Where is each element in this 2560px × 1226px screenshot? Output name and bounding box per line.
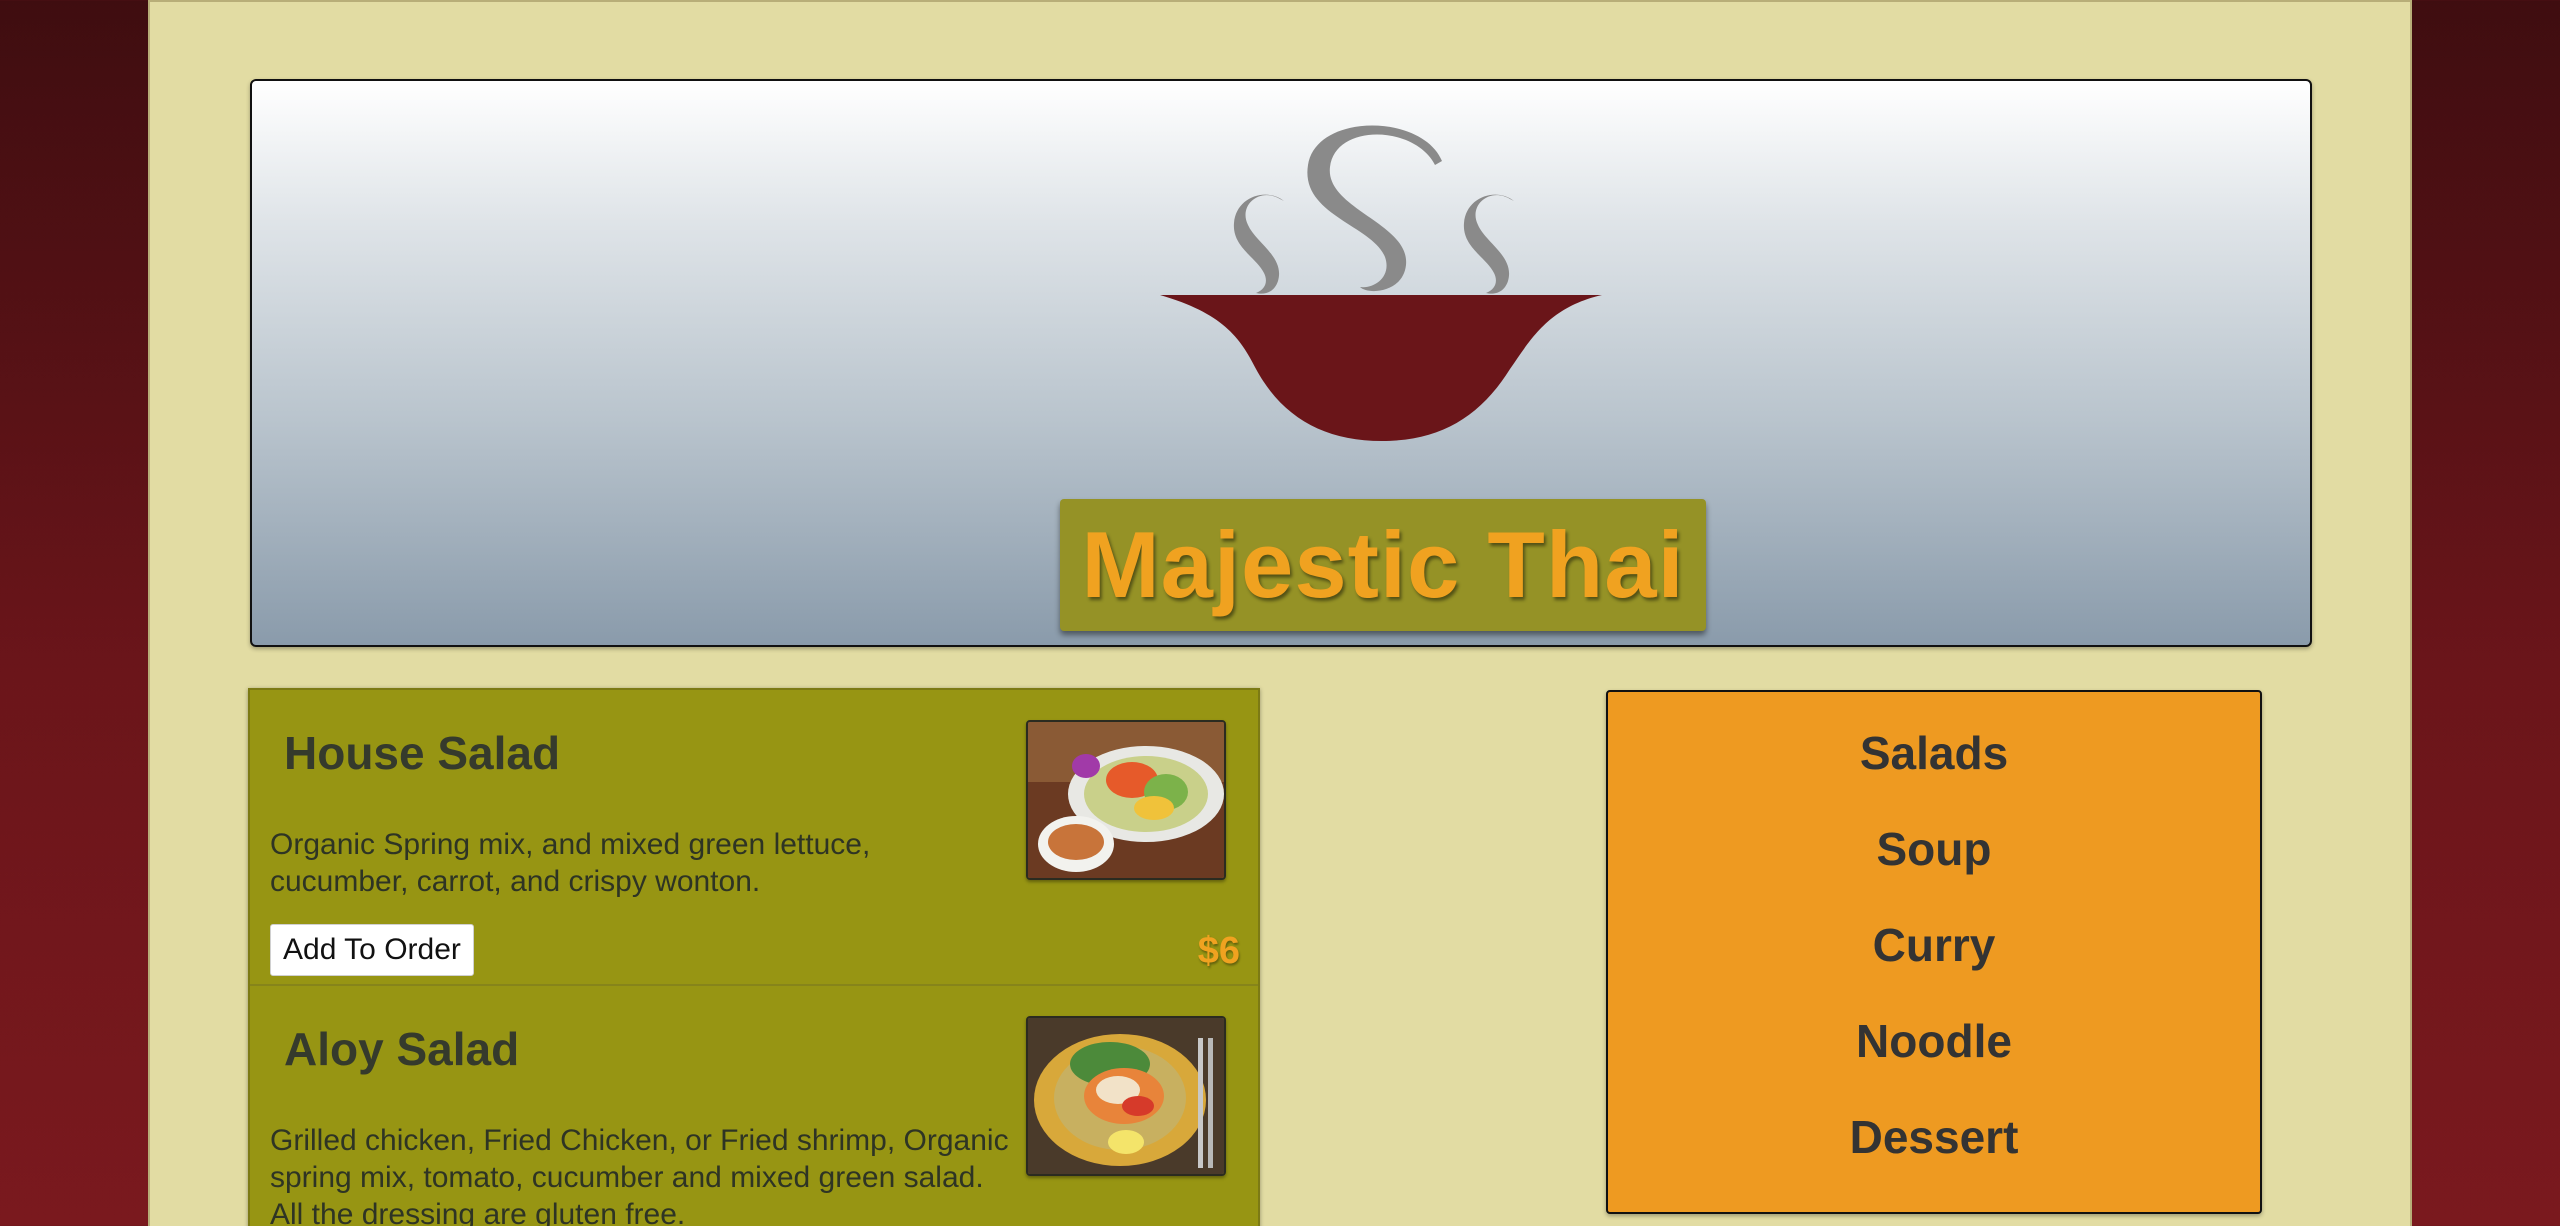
item-description: Organic Spring mix, and mixed green lett… [270, 828, 871, 898]
item-title: House Salad [284, 727, 561, 779]
category-noodle[interactable]: Noodle [1608, 1014, 2260, 1068]
bowl [1160, 295, 1602, 441]
menu-item-aloy-salad: Aloy Salad Grilled chicken, Fried Chicke… [250, 986, 1258, 1226]
aloy-salad-photo [1026, 1016, 1226, 1176]
house-salad-image [1028, 722, 1224, 878]
category-salads[interactable]: Salads [1608, 726, 2260, 780]
category-dessert[interactable]: Dessert [1608, 1110, 2260, 1164]
steam-left [1233, 194, 1284, 294]
house-salad-photo [1026, 720, 1226, 880]
brand-plate: Majestic Thai [1060, 499, 1706, 631]
header-banner: Majestic Thai [250, 79, 2312, 647]
add-to-order-button[interactable]: Add To Order [270, 924, 474, 976]
steam-center [1307, 125, 1442, 292]
menu-panel: House Salad Organic Spring mix, and mixe… [248, 688, 1260, 1226]
steam-right [1463, 194, 1514, 294]
aloy-salad-image [1028, 1018, 1224, 1174]
brand-name: Majestic Thai [1081, 512, 1685, 617]
page-container: Majestic Thai House Salad Organic Spring… [148, 0, 2412, 1226]
item-price: $6 [1197, 930, 1240, 972]
category-nav: Salads Soup Curry Noodle Dessert [1606, 690, 2262, 1214]
item-description: Grilled chicken, Fried Chicken, or Fried… [270, 1124, 1009, 1226]
category-curry[interactable]: Curry [1608, 918, 2260, 972]
category-soup[interactable]: Soup [1608, 822, 2260, 876]
menu-item-house-salad: House Salad Organic Spring mix, and mixe… [250, 690, 1258, 986]
item-title: Aloy Salad [284, 1023, 520, 1075]
